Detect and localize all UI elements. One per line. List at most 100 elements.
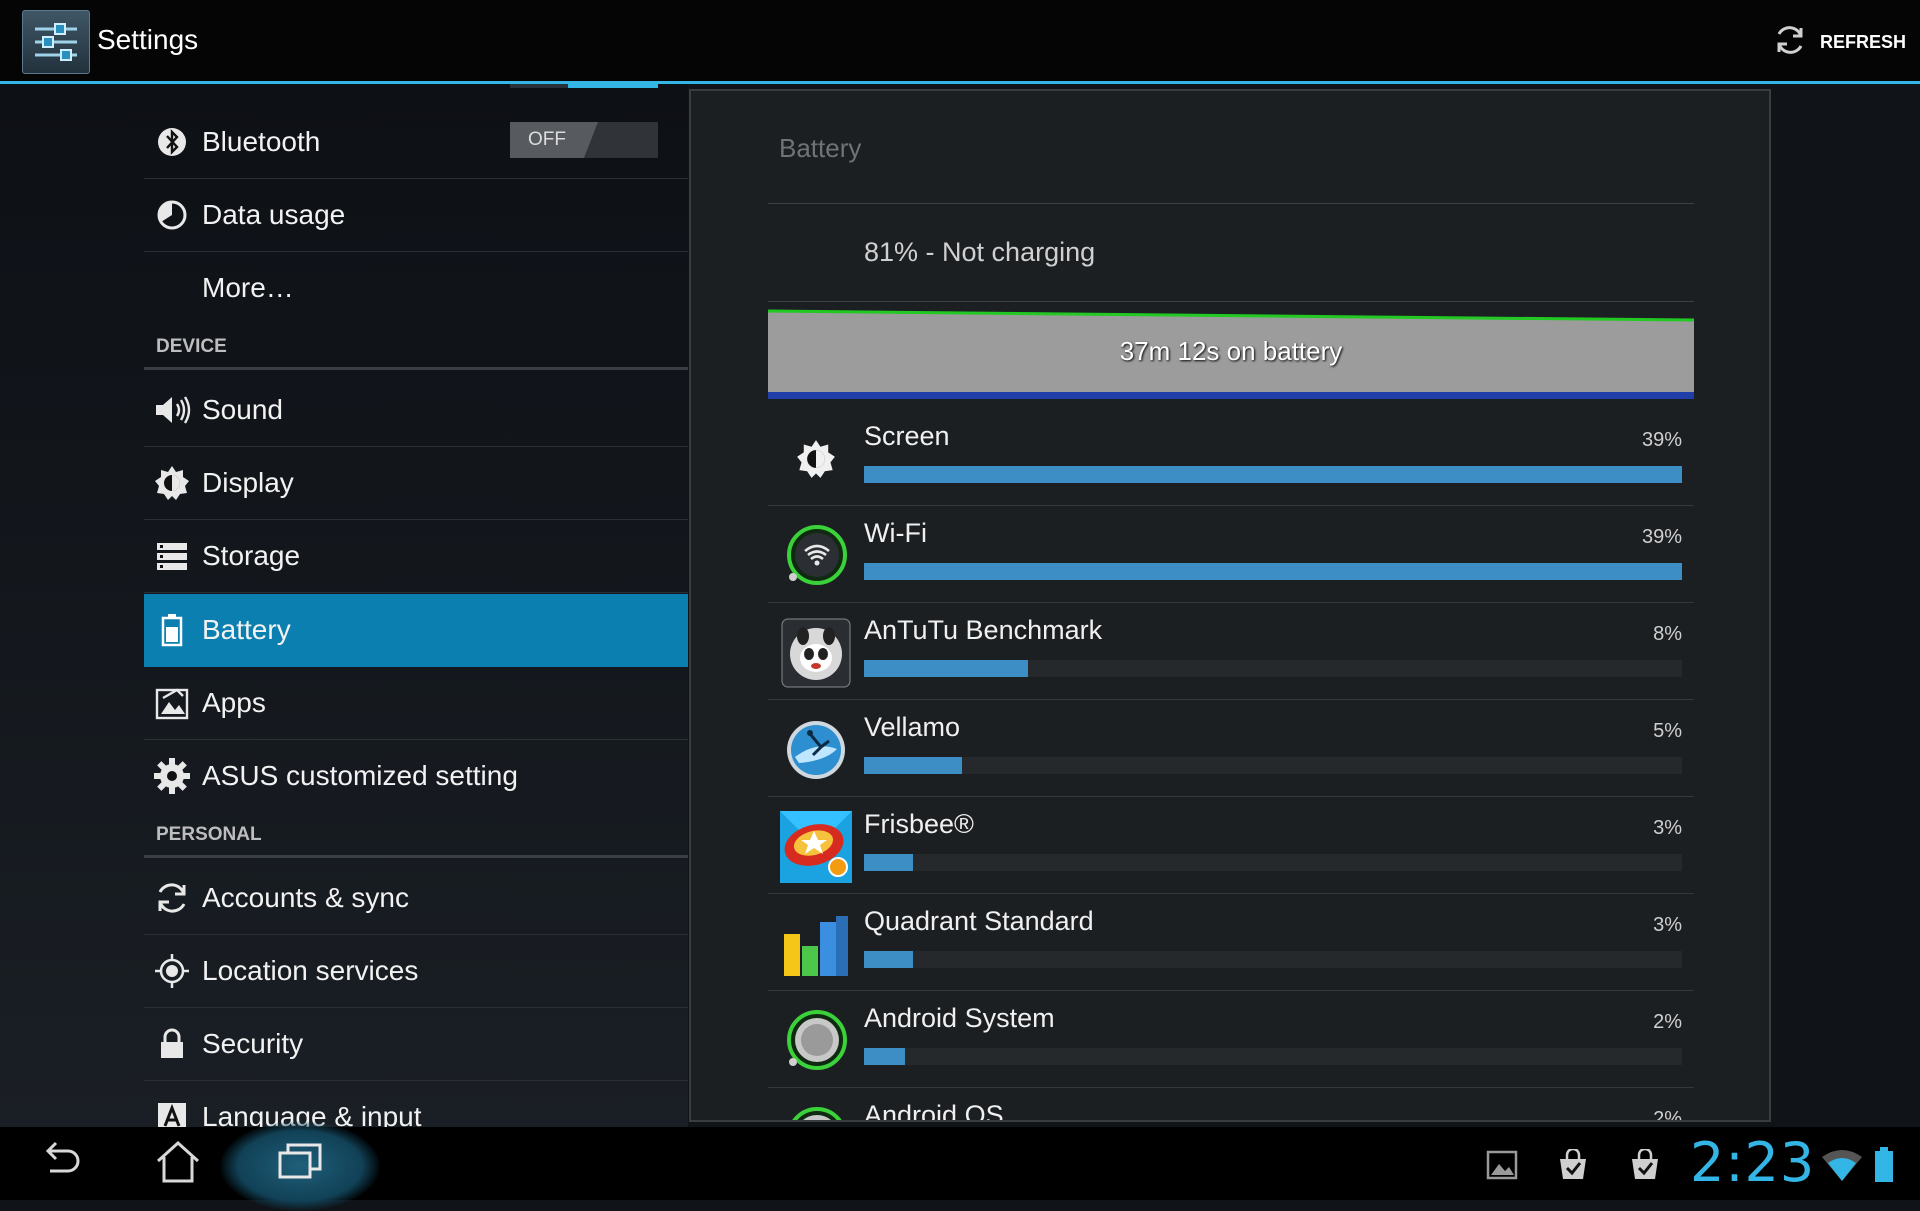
sidebar-item-label: Sound [202, 394, 283, 425]
sidebar-item-label: Storage [202, 540, 301, 571]
storage-icon [144, 541, 200, 571]
sidebar-item-label: Display [202, 467, 294, 498]
home-button[interactable] [138, 1135, 218, 1191]
page-title: Battery [779, 133, 862, 163]
battery-status-icon[interactable] [1864, 1145, 1904, 1185]
scroll-indicator [510, 84, 658, 88]
usage-bar-fill [864, 951, 914, 968]
app-title: Settings [97, 24, 199, 55]
bluetooth-toggle[interactable]: OFF [510, 122, 658, 158]
sidebar-item-label: More… [202, 272, 294, 303]
item-name: Quadrant Standard [864, 906, 1094, 936]
item-percent: 2% [1653, 1011, 1682, 1033]
item-name: Frisbee® [864, 809, 974, 839]
sidebar-item-bluetooth[interactable]: Bluetooth OFF [144, 106, 688, 179]
item-name: Android OS [864, 1100, 1004, 1122]
usage-bar-track [864, 660, 1682, 677]
item-percent: 5% [1653, 720, 1682, 742]
usage-bar-fill [864, 660, 1028, 677]
home-icon [154, 1139, 202, 1188]
sidebar-item-accounts-sync[interactable]: Accounts & sync [144, 862, 688, 935]
recent-apps-icon [276, 1141, 324, 1186]
usage-bar-track [864, 854, 1682, 871]
frisbee-icon [780, 811, 852, 883]
brightness-icon [144, 465, 200, 501]
recent-apps-button[interactable] [260, 1135, 340, 1191]
bluetooth-icon [144, 126, 200, 158]
sidebar-item-location-services[interactable]: Location services [144, 935, 688, 1008]
battery-history-graph[interactable]: 37m 12s on battery [768, 309, 1694, 399]
divider [768, 203, 1694, 204]
settings-list[interactable]: Bluetooth OFF Data usage More… DEVICE So… [0, 84, 688, 1127]
item-name: AnTuTu Benchmark [864, 615, 1103, 645]
data-usage-icon [144, 199, 200, 231]
usage-bar-track [864, 466, 1682, 483]
charging-indicator-line [768, 392, 1694, 399]
wifi-app-icon [780, 520, 852, 592]
wifi-signal-icon[interactable] [1822, 1145, 1862, 1185]
sync-icon [144, 880, 200, 916]
clock[interactable]: 2:23 [1690, 1131, 1815, 1194]
list-item[interactable]: AnTuTu Benchmark 8% [768, 603, 1694, 700]
keyboard-letter-icon [144, 1102, 200, 1127]
list-item[interactable]: Frisbee® 3% [768, 797, 1694, 894]
sidebar-item-asus-customized-setting[interactable]: ASUS customized setting [144, 740, 688, 812]
action-bar: Settings REFRESH [0, 0, 1920, 84]
back-icon [36, 1141, 84, 1186]
system-navigation-bar: 2:23 [0, 1121, 1920, 1211]
vellamo-icon [780, 714, 852, 786]
graph-label: 37m 12s on battery [1119, 336, 1343, 366]
download-complete-icon[interactable] [1553, 1145, 1593, 1185]
list-item[interactable]: Android System 2% [768, 991, 1694, 1088]
toggle-state: OFF [510, 122, 598, 158]
settings-app-icon[interactable] [22, 10, 90, 74]
sidebar-item-storage[interactable]: Storage [144, 520, 688, 593]
download-complete-icon-2[interactable] [1625, 1145, 1665, 1185]
refresh-label: REFRESH [1819, 31, 1906, 52]
sidebar-item-label: Bluetooth [202, 126, 321, 157]
sidebar-item-label: Apps [202, 687, 266, 718]
usage-bar-fill [864, 563, 1682, 580]
item-name: Screen [864, 421, 950, 451]
gear-icon [144, 757, 200, 795]
item-name: Vellamo [864, 712, 961, 742]
list-item[interactable]: Wi-Fi 39% [768, 506, 1694, 603]
list-item[interactable]: Screen 39% [768, 409, 1694, 506]
sidebar-item-language-input[interactable]: Language & input [144, 1081, 688, 1127]
usage-bar-fill [864, 757, 963, 774]
usage-bar-track [864, 1048, 1682, 1065]
sidebar-item-label: ASUS customized setting [202, 760, 518, 791]
list-item[interactable]: Quadrant Standard 3% [768, 894, 1694, 991]
sidebar-item-sound[interactable]: Sound [144, 374, 688, 447]
list-item[interactable]: Vellamo 5% [768, 700, 1694, 797]
gallery-notification-icon[interactable] [1482, 1145, 1522, 1185]
sidebar-item-label: Data usage [202, 199, 346, 230]
list-item[interactable]: Android OS 2% [768, 1088, 1694, 1122]
usage-bar-fill [864, 466, 1682, 483]
item-percent: 39% [1641, 526, 1682, 548]
item-percent: 8% [1653, 623, 1682, 645]
antutu-icon [780, 617, 852, 689]
back-button[interactable] [20, 1135, 100, 1191]
item-percent: 2% [1653, 1108, 1682, 1122]
sidebar-item-security[interactable]: Security [144, 1008, 688, 1081]
item-percent: 3% [1653, 817, 1682, 839]
sidebar-item-data-usage[interactable]: Data usage [144, 179, 688, 252]
refresh-button[interactable]: REFRESH [1772, 20, 1906, 64]
sidebar-item-display[interactable]: Display [144, 447, 688, 520]
speaker-icon [144, 393, 200, 427]
usage-bar-fill [864, 854, 914, 871]
sidebar-item-label: Location services [202, 955, 419, 986]
battery-icon [144, 613, 200, 647]
sidebar-item-apps[interactable]: Apps [144, 667, 688, 740]
brightness-icon [780, 423, 852, 495]
usage-bar-track [864, 563, 1682, 580]
android-os-icon [780, 1102, 852, 1120]
sidebar-item-battery[interactable]: Battery [144, 594, 688, 667]
item-percent: 39% [1641, 429, 1682, 451]
item-name: Android System [864, 1003, 1055, 1033]
usage-bar-fill [864, 1048, 905, 1065]
battery-status: 81% - Not charging [864, 237, 1096, 267]
sidebar-item-more[interactable]: More… [144, 252, 688, 324]
usage-bar-track [864, 951, 1682, 968]
